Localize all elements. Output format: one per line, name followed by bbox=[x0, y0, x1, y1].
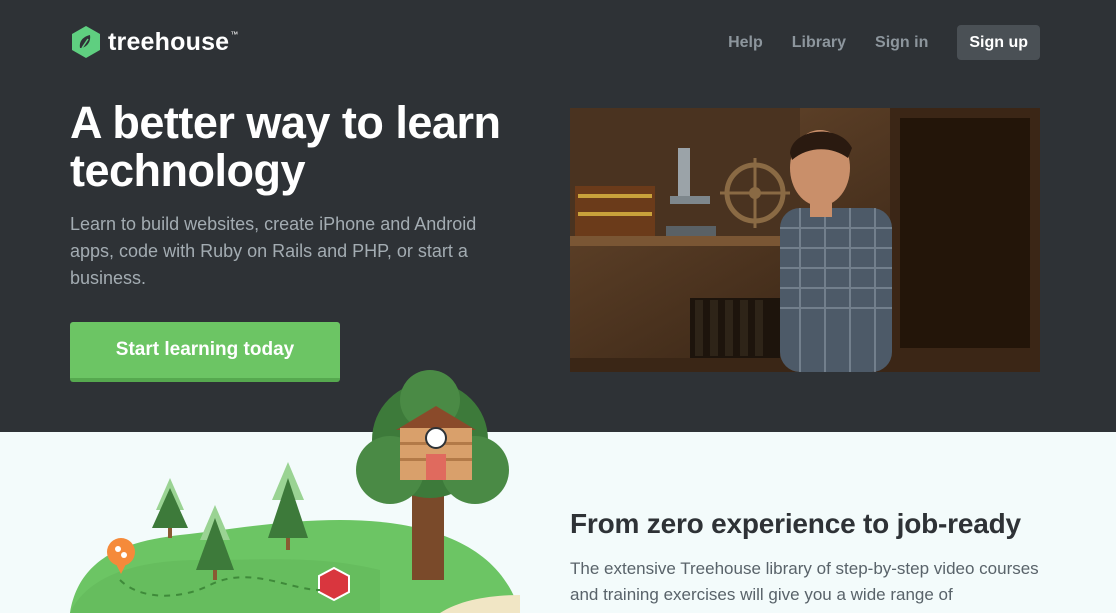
logo-trademark: ™ bbox=[230, 29, 239, 39]
section-description: The extensive Treehouse library of step-… bbox=[570, 559, 1039, 604]
video-still-image bbox=[570, 108, 1040, 372]
top-nav: Help Library Sign in Sign up bbox=[699, 25, 1040, 60]
treehouse-illustration bbox=[70, 370, 520, 613]
intro-video[interactable] bbox=[570, 108, 1040, 372]
nav-link-help[interactable]: Help bbox=[728, 25, 763, 60]
logo-wordmark: treehouse bbox=[108, 28, 230, 56]
nav-link-sign-in[interactable]: Sign in bbox=[875, 25, 928, 60]
nav-link-library[interactable]: Library bbox=[792, 25, 846, 60]
section-title: From zero experience to job-ready bbox=[570, 508, 1021, 539]
treehouse-leaf-icon bbox=[72, 26, 100, 58]
hexagon-badge-icon bbox=[318, 566, 350, 602]
hero-subtext: Learn to build websites, create iPhone a… bbox=[70, 214, 477, 288]
sign-up-button[interactable]: Sign up bbox=[957, 25, 1040, 60]
treehouse-logo[interactable]: treehouse ™ bbox=[70, 25, 238, 59]
pine-tree-left bbox=[152, 478, 188, 538]
pine-tree-right bbox=[268, 462, 308, 550]
hero-headline: A better way to learn technology bbox=[70, 97, 501, 196]
